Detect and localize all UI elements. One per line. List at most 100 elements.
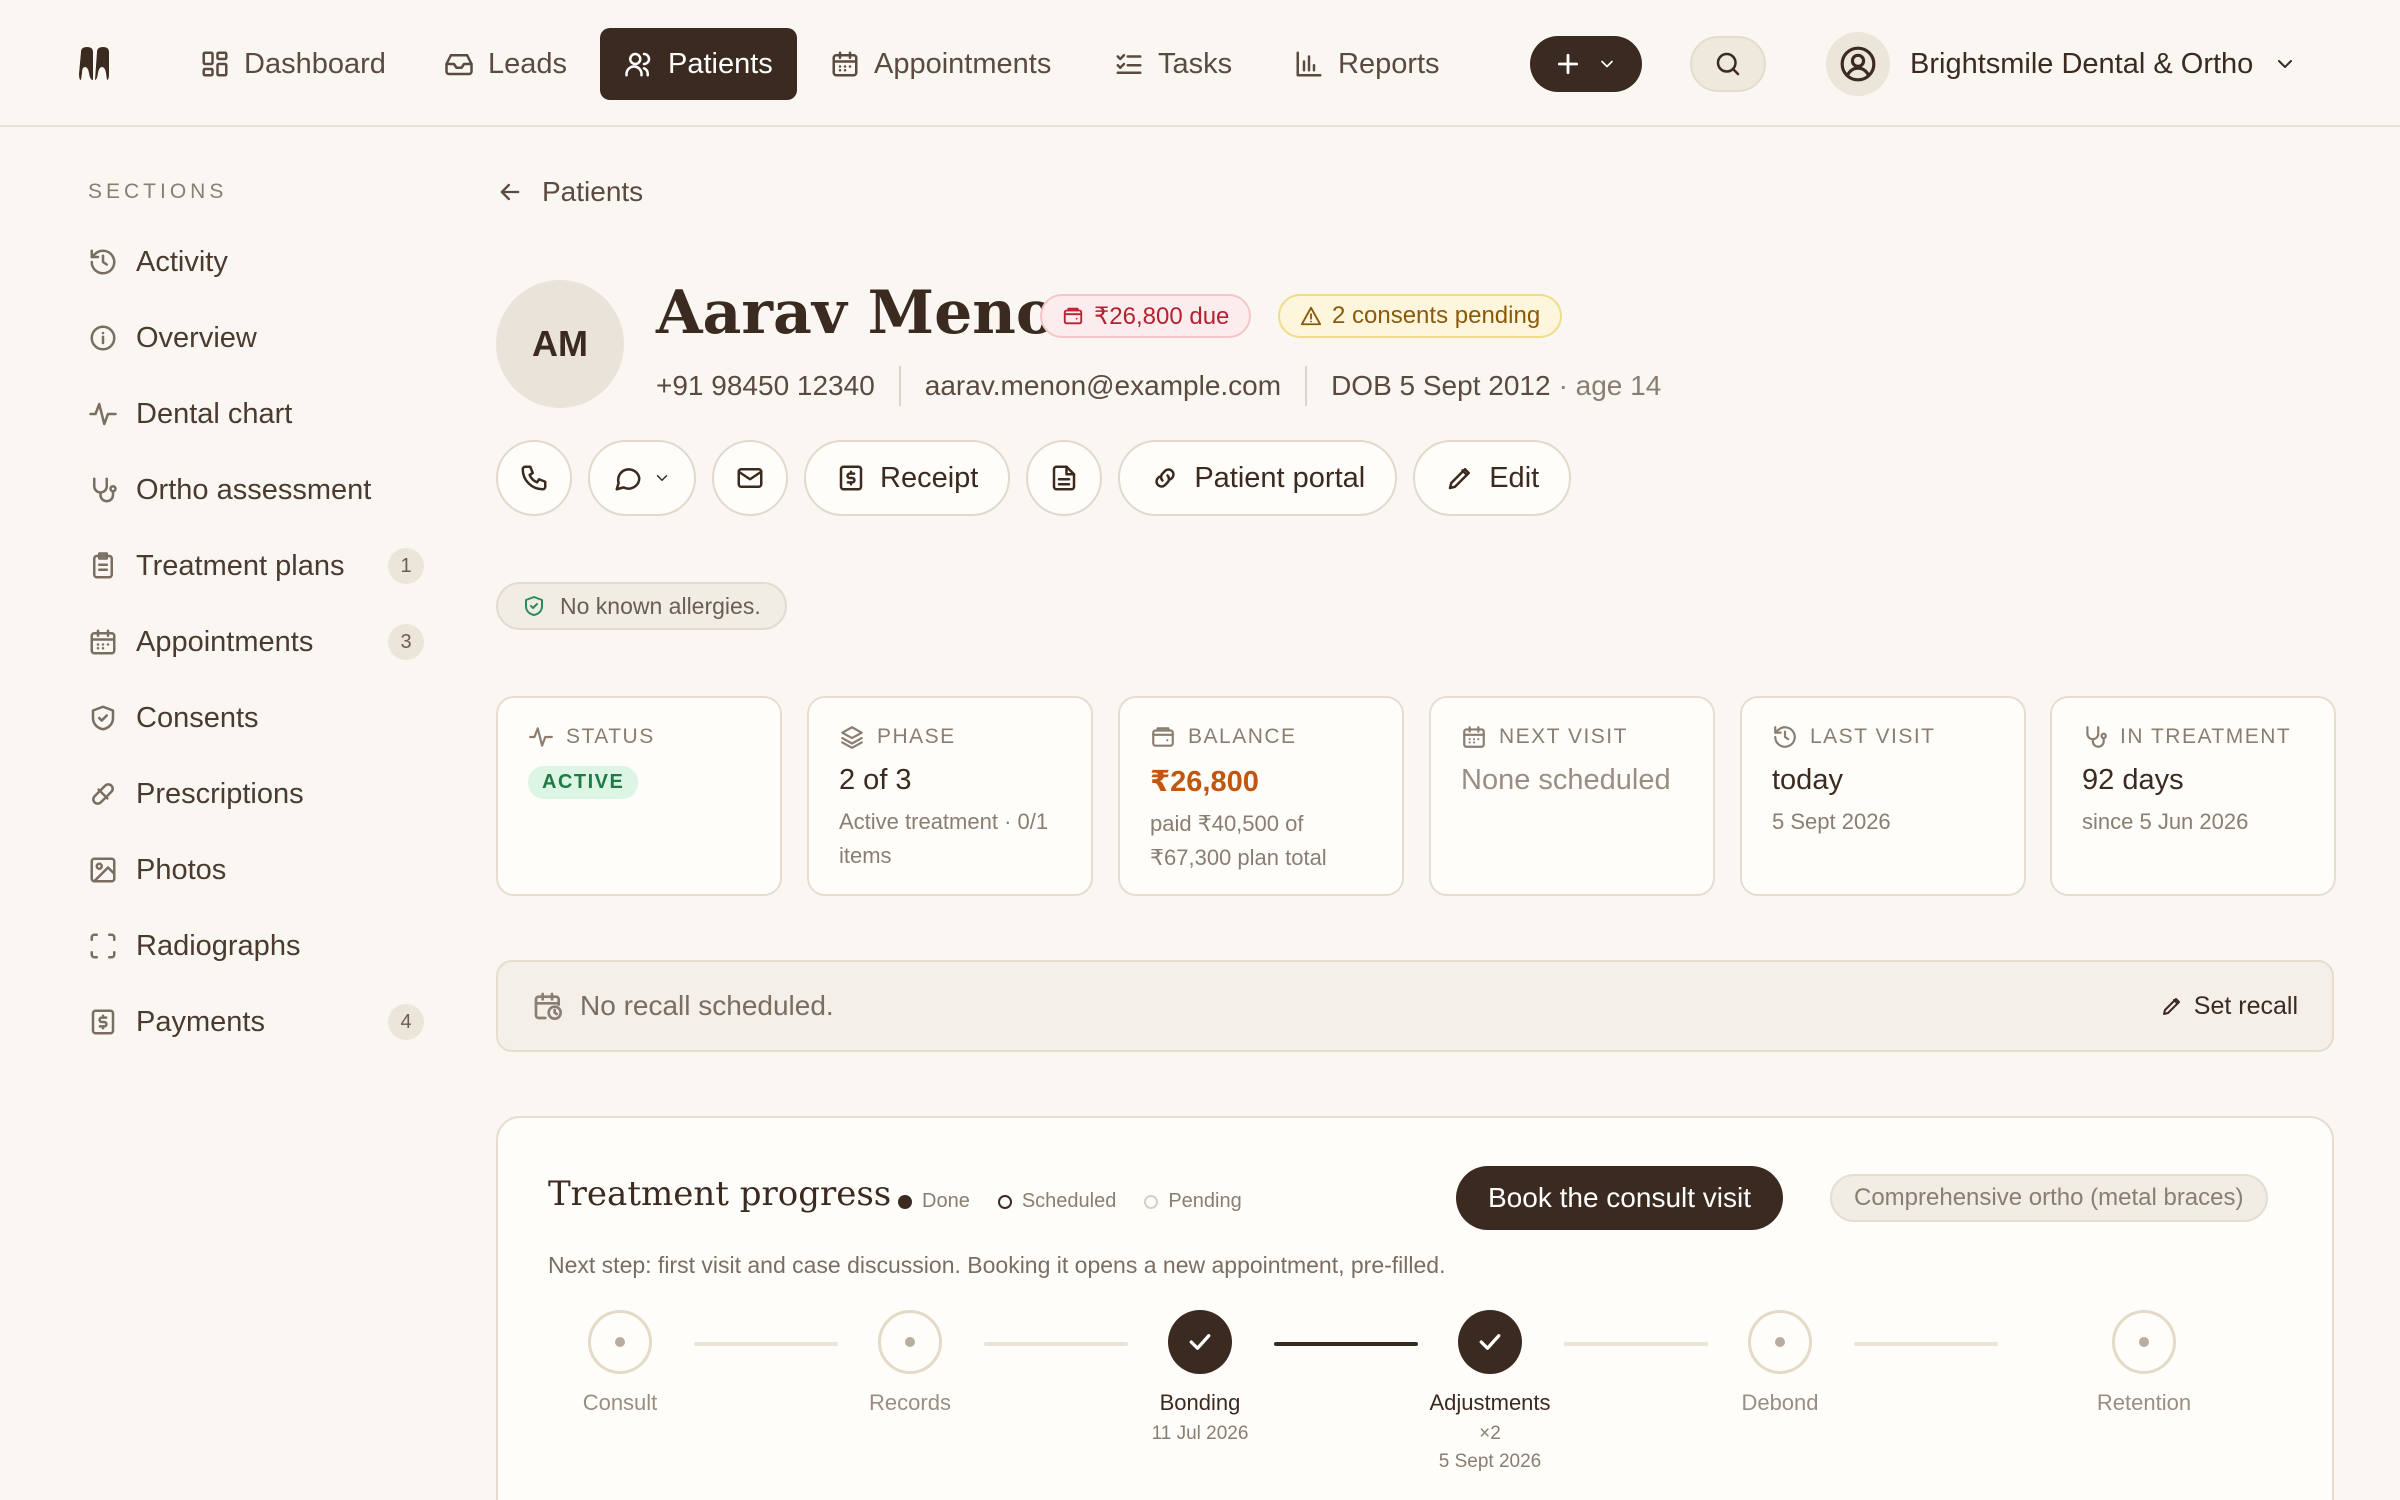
treatment-plan-pill[interactable]: Comprehensive ortho (metal braces)	[1830, 1174, 2268, 1222]
sidebar-item-label: Radiographs	[136, 929, 301, 962]
sidebar-item-ortho-assessment[interactable]: Ortho assessment	[88, 468, 424, 512]
stat-value: None scheduled	[1461, 764, 1671, 796]
inbox-icon	[445, 54, 473, 76]
stat-sub: Active treatment · 0/1 items	[839, 809, 1049, 868]
sidebar-item-label: Appointments	[136, 625, 314, 658]
tooth-logo-icon[interactable]	[78, 46, 112, 82]
consents-pending-badge[interactable]: 2 consents pending	[1278, 294, 1563, 338]
edit-button[interactable]: Edit	[1413, 440, 1572, 516]
step-bonding[interactable]: Bonding 11 Jul 2026	[1100, 1310, 1300, 1448]
nav-appointments[interactable]: Appointments	[806, 28, 1075, 100]
check-icon	[1479, 1334, 1501, 1350]
calendar-icon	[1463, 726, 1485, 748]
checklist-icon	[1116, 54, 1142, 74]
create-new-button[interactable]	[1530, 36, 1642, 92]
phone-icon	[521, 465, 547, 491]
document-button[interactable]	[1026, 440, 1103, 516]
organization-name: Brightsmile Dental & Ortho	[1910, 47, 2254, 80]
nav-label: Leads	[488, 47, 568, 80]
sidebar-item-photos[interactable]: Photos	[88, 848, 424, 892]
chevron-down-icon	[2278, 60, 2293, 68]
nav-patients[interactable]: Patients	[600, 28, 797, 100]
patient-email[interactable]: aarav.menon@example.com	[925, 370, 1281, 402]
step-name: Records	[869, 1390, 951, 1415]
book-consult-button[interactable]: Book the consult visit	[1456, 1166, 1784, 1230]
wallet-icon	[1152, 727, 1174, 747]
stat-sub: paid ₹40,500 of ₹67,300 plan total	[1150, 811, 1327, 870]
allergy-text: No known allergies.	[560, 592, 761, 619]
chevron-down-icon	[656, 475, 668, 481]
step-records[interactable]: Records	[810, 1310, 1010, 1416]
nav-dashboard[interactable]: Dashboard	[176, 28, 410, 100]
stat-label: BALANCE	[1188, 725, 1297, 748]
portal-label: Patient portal	[1194, 461, 1366, 494]
sidebar-item-payments[interactable]: Payments 4	[88, 1000, 424, 1044]
plus-icon	[1557, 53, 1579, 75]
email-button[interactable]	[712, 440, 788, 516]
receipt-button[interactable]: Receipt	[804, 440, 1011, 516]
patient-phone[interactable]: +91 98450 12340	[656, 370, 875, 402]
nav-reports[interactable]: Reports	[1270, 28, 1464, 100]
divider	[1305, 366, 1308, 406]
set-recall-button[interactable]: Set recall	[2160, 992, 2298, 1021]
status-badge: ACTIVE	[528, 766, 639, 799]
sidebar-item-consents[interactable]: Consents	[88, 696, 424, 740]
step-count: ×2	[1479, 1423, 1501, 1444]
nav-label: Tasks	[1158, 47, 1233, 80]
step-adjustments[interactable]: Adjustments ×2 5 Sept 2026	[1390, 1310, 1590, 1476]
patient-age: · age 14	[1558, 370, 1662, 401]
step-name: Retention	[2096, 1390, 2192, 1415]
recall-banner: No recall scheduled. Set recall	[496, 960, 2334, 1052]
call-button[interactable]	[496, 440, 572, 516]
sidebar-item-treatment-plans[interactable]: Treatment plans 1	[88, 544, 424, 588]
sidebar-item-radiographs[interactable]: Radiographs	[88, 924, 424, 968]
count-badge: 3	[388, 624, 424, 660]
treatment-progress-card: Treatment progress Done Scheduled Pendin…	[496, 1116, 2334, 1500]
patient-action-row: Receipt Patient portal Edit	[496, 440, 1572, 516]
step-debond[interactable]: Debond	[1680, 1310, 1880, 1416]
patient-portal-button[interactable]: Patient portal	[1118, 440, 1398, 516]
pencil-icon	[2162, 998, 2180, 1015]
bar-chart-icon	[1296, 51, 1322, 77]
set-recall-label: Set recall	[2193, 991, 2298, 1020]
nav-tasks[interactable]: Tasks	[1090, 28, 1256, 100]
message-button[interactable]	[588, 440, 696, 516]
stat-label: NEXT VISIT	[1499, 725, 1628, 748]
stat-card-phase: PHASE 2 of 3 Active treatment · 0/1 item…	[807, 696, 1093, 896]
mail-icon	[737, 468, 763, 488]
sidebar-item-prescriptions[interactable]: Prescriptions	[88, 772, 424, 816]
sidebar-item-label: Treatment plans	[136, 549, 345, 582]
due-amount: ₹26,800 due	[1094, 302, 1230, 330]
image-icon	[90, 857, 116, 883]
sidebar-item-label: Activity	[136, 245, 228, 278]
arrow-left-icon	[500, 183, 520, 201]
step-name: Adjustments	[1429, 1390, 1551, 1415]
sidebar-item-label: Prescriptions	[136, 777, 304, 810]
chevron-down-icon	[1601, 60, 1613, 68]
back-label: Patients	[542, 176, 644, 207]
patient-contact-line: +91 98450 12340 aarav.menon@example.com …	[656, 366, 1661, 406]
step-pending-marker	[588, 1310, 652, 1374]
stat-card-in-treatment: IN TREATMENT 92 days since 5 Jun 2026	[2050, 696, 2336, 896]
step-retention[interactable]: Retention	[2044, 1310, 2244, 1416]
sidebar-item-activity[interactable]: Activity	[88, 240, 424, 284]
consent-text: 2 consents pending	[1332, 302, 1541, 329]
nav-leads[interactable]: Leads	[420, 28, 591, 100]
stat-card-last-visit: LAST VISIT today 5 Sept 2026	[1740, 696, 2026, 896]
calendar-clock-icon	[534, 992, 562, 1020]
sidebar-item-appointments[interactable]: Appointments 3	[88, 620, 424, 664]
scan-icon	[90, 933, 116, 959]
back-to-patients-link[interactable]: Patients	[496, 176, 643, 208]
nav-label: Dashboard	[244, 47, 386, 80]
stat-value: today	[1772, 764, 1843, 796]
search-button[interactable]	[1690, 36, 1766, 92]
legend-pending: Pending	[1144, 1190, 1242, 1213]
balance-due-badge[interactable]: ₹26,800 due	[1040, 294, 1252, 338]
clipboard-icon	[93, 552, 113, 579]
legend-scheduled: Scheduled	[997, 1190, 1116, 1213]
organization-switcher[interactable]: Brightsmile Dental & Ortho	[1826, 32, 2297, 96]
sidebar-item-dental-chart[interactable]: Dental chart	[88, 392, 424, 436]
pencil-icon	[1448, 468, 1471, 490]
sidebar-item-overview[interactable]: Overview	[88, 316, 424, 360]
step-consult[interactable]: Consult	[520, 1310, 720, 1416]
